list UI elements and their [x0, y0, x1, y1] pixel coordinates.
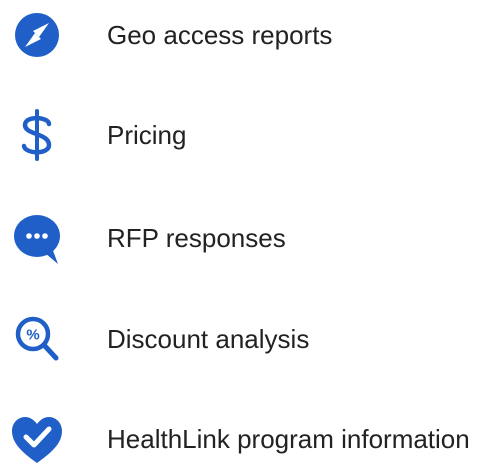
list-item-discount-analysis: % Discount analysis	[0, 304, 493, 374]
feature-list: Geo access reports Pricing RFP responses	[0, 0, 493, 463]
list-item-label: Geo access reports	[107, 20, 333, 50]
svg-text:%: %	[26, 327, 39, 344]
list-item-pricing: Pricing	[0, 100, 493, 170]
heart-check-icon	[8, 404, 66, 474]
compass-icon	[8, 0, 66, 70]
list-item-healthlink-program-information: HealthLink program information	[0, 404, 493, 474]
list-item-label: HealthLink program information	[107, 424, 470, 454]
list-item-label: RFP responses	[107, 223, 286, 253]
list-item-rfp-responses: RFP responses	[0, 203, 493, 273]
list-item-label: Discount analysis	[107, 324, 310, 354]
list-item-geo-access-reports: Geo access reports	[0, 0, 493, 70]
list-item-label: Pricing	[107, 120, 187, 150]
chat-bubble-icon	[8, 203, 66, 273]
dollar-icon	[8, 100, 66, 170]
percent-magnifier-icon: %	[8, 304, 66, 374]
